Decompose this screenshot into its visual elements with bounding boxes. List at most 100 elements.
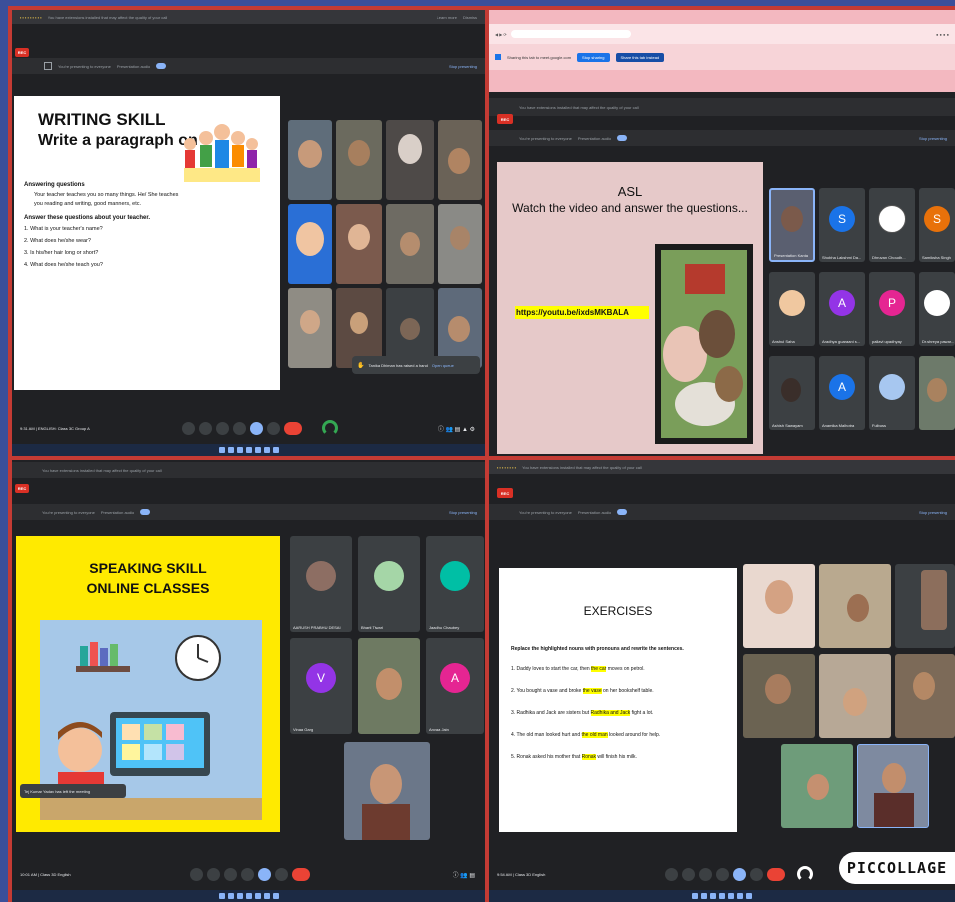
app-icon[interactable] [737,893,743,899]
dismiss-button[interactable]: Dismiss [463,15,477,20]
stop-presenting-button[interactable]: Stop presenting [919,510,947,515]
participant-tile[interactable] [386,120,434,200]
participant-tile[interactable] [358,638,420,734]
side-panel-icons[interactable]: ⓘ 👥 ▤ [453,870,475,879]
participant-tile[interactable] [819,564,891,648]
participant-tile[interactable]: Ashish Sawayam [769,356,815,430]
app-icon[interactable] [227,447,234,453]
participant-tile[interactable]: Fulbuss [869,356,915,430]
mic-button[interactable] [182,421,195,435]
learn-more-link[interactable]: Learn more [437,15,457,20]
side-panel-icons[interactable]: ⓘ 👥 ▤ ▲ ⚙ [438,424,475,433]
present-button[interactable] [258,867,271,881]
participant-tile[interactable] [781,744,853,828]
self-view-tile[interactable] [344,742,430,840]
stop-presenting-button[interactable]: Stop presenting [449,64,477,69]
more-button[interactable] [267,421,280,435]
tab-icons[interactable]: ▪ ▪ ▪ ▪ ▪ ▪ ▪ ▪ [497,465,516,470]
raise-hand-button[interactable] [716,867,729,881]
participant-tile[interactable]: Dr.shreya pawar... [919,272,955,346]
leave-call-button[interactable] [767,867,785,881]
participant-tile[interactable]: A Anvaa Jain [426,638,484,734]
participant-tile[interactable]: A Anamika Malhotra [819,356,865,430]
participant-tile[interactable] [288,288,332,368]
nav-buttons-icon[interactable]: ◀ ▶ ⟳ [495,32,507,37]
participant-tile[interactable]: Presentation Kanta [769,188,815,262]
participant-tile[interactable]: Bharti Tiwari [358,536,420,632]
extension-icons[interactable]: ● ● ● ● [936,32,949,37]
camera-button[interactable] [207,867,220,881]
participant-tile[interactable]: Ppallavi upadhyay [869,272,915,346]
app-icon[interactable] [272,447,279,453]
more-button[interactable] [750,867,763,881]
start-icon[interactable] [692,893,698,899]
captions-button[interactable] [699,867,712,881]
participant-tile[interactable] [438,204,482,284]
camera-button[interactable] [199,421,212,435]
captions-button[interactable] [224,867,237,881]
self-view-tile[interactable] [857,744,929,828]
leave-call-button[interactable] [284,421,302,435]
app-icon[interactable] [710,893,716,899]
address-bar[interactable]: ◀ ▶ ⟳ ● ● ● ● [489,24,955,44]
presentation-audio-toggle[interactable] [617,135,628,141]
participant-tile[interactable]: AARUSH PRABHU DESAI [290,536,352,632]
participant-tile[interactable] [288,204,332,284]
participant-tile[interactable] [919,356,955,430]
participant-tile[interactable]: V Vinaa Garg [290,638,352,734]
participant-tile[interactable] [438,120,482,200]
presentation-audio-toggle[interactable] [617,509,628,515]
app-icon[interactable] [746,893,752,899]
youtube-link[interactable]: https://youtu.be/ixdsMKBALA [515,306,649,319]
participant-tile[interactable] [743,564,815,648]
participant-tile[interactable]: Jaadhu Chaubey [426,536,484,632]
participant-tile[interactable]: A Aradhya guaraani s... [819,272,865,346]
participant-tile[interactable] [336,120,382,200]
participant-tile[interactable] [386,204,434,284]
app-icon[interactable] [236,447,243,453]
mic-button[interactable] [190,867,203,881]
camera-button[interactable] [682,867,695,881]
app-icon[interactable] [728,893,734,899]
app-icon[interactable] [236,893,243,899]
participant-tile[interactable]: Dhruvan Choudh... [869,188,915,262]
present-button[interactable] [250,421,263,435]
participant-tile[interactable] [288,120,332,200]
url-field[interactable] [510,30,631,38]
app-icon[interactable] [272,893,279,899]
participant-tile[interactable]: Anshul Saha [769,272,815,346]
app-icon[interactable] [263,893,270,899]
participant-tile[interactable] [819,654,891,738]
captions-button[interactable] [216,421,229,435]
participant-tile[interactable] [743,654,815,738]
app-icon[interactable] [701,893,707,899]
mic-button[interactable] [665,867,678,881]
more-button[interactable] [275,867,288,881]
participant-tile[interactable]: S Samiksha Singh [919,188,955,262]
app-icon[interactable] [227,893,234,899]
open-queue-button[interactable]: Open queue [432,363,454,368]
participant-tile[interactable] [895,564,955,648]
participant-tile[interactable] [895,654,955,738]
participant-tile[interactable] [336,204,382,284]
app-icon[interactable] [254,893,261,899]
present-button[interactable] [733,867,746,881]
stop-sharing-button[interactable]: Stop sharing [577,52,610,62]
presentation-audio-toggle[interactable] [140,509,151,515]
stop-presenting-button[interactable]: Stop presenting [919,136,947,141]
stop-presenting-button[interactable]: Stop presenting [449,510,477,515]
participant-tile[interactable]: S Shobha Lakshmi Da... [819,188,865,262]
app-icon[interactable] [263,447,270,453]
raise-hand-button[interactable] [241,867,254,881]
leave-call-button[interactable] [292,867,310,881]
app-icon[interactable] [245,893,252,899]
share-this-tab-button[interactable]: Share this tab instead [615,52,665,62]
app-icon[interactable] [719,893,725,899]
tab-icons[interactable]: ▪ ▪ ▪ ▪ ▪ ▪ ▪ ▪ ▪ [20,15,42,20]
start-icon[interactable] [218,447,225,453]
app-icon[interactable] [254,447,261,453]
raise-hand-button[interactable] [233,421,246,435]
start-icon[interactable] [218,893,225,899]
presentation-audio-toggle[interactable] [156,63,167,69]
app-icon[interactable] [245,447,252,453]
